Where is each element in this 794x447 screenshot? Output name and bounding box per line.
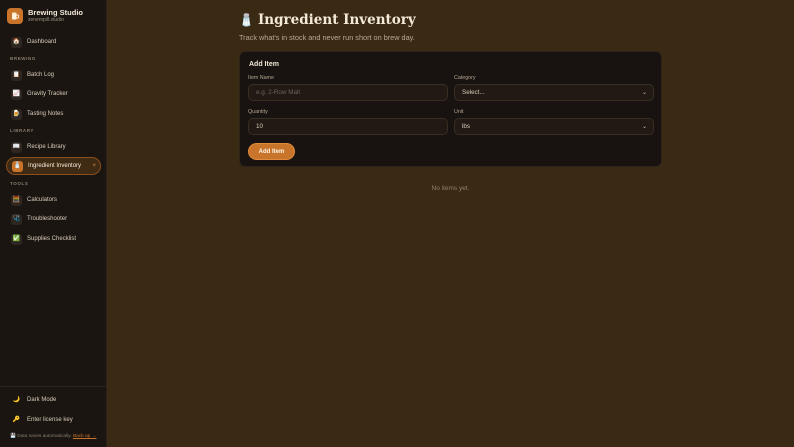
- brand-subtitle: zenempill.studio: [28, 17, 64, 23]
- autosave-note: 💾 Data saves automatically. Back up →: [10, 434, 96, 439]
- sidebar-item-dashboard[interactable]: 🏠 Dashboard: [6, 33, 101, 51]
- key-icon: 🔑: [12, 416, 21, 423]
- sidebar-item-label: Tasting Notes: [27, 111, 64, 117]
- chevron-down-icon: ⌄: [641, 124, 647, 130]
- sidebar-item-tasting-notes[interactable]: 🍺 Tasting Notes: [6, 105, 101, 123]
- sidebar: Brewing Studio zenempill.studio 🏠 Dashbo…: [0, 0, 107, 447]
- page-title-text: Ingredient Inventory: [257, 12, 416, 28]
- brand[interactable]: Brewing Studio zenempill.studio: [7, 8, 83, 24]
- unit-label: Unit: [454, 109, 464, 115]
- section-tools: TOOLS: [10, 181, 29, 186]
- unit-select[interactable]: lbs ⌄: [454, 118, 654, 135]
- quantity-label: Quantity: [248, 109, 268, 115]
- category-label: Category: [454, 75, 476, 81]
- sidebar-item-batch-log[interactable]: 📋 Batch Log: [6, 66, 101, 84]
- sidebar-item-label: Supplies Checklist: [27, 236, 77, 242]
- chart-icon: 📈: [11, 88, 22, 100]
- dark-mode-toggle[interactable]: 🌙 Dark Mode: [6, 391, 101, 409]
- brand-title: Brewing Studio: [28, 8, 83, 17]
- add-item-button[interactable]: Add Item: [248, 143, 295, 160]
- sidebar-item-label: Calculators: [27, 197, 58, 203]
- sidebar-item-calculators[interactable]: 🧮 Calculators: [6, 191, 101, 209]
- add-item-card: Add Item Item Name e.g. 2-Row Malt Categ…: [239, 51, 662, 167]
- section-library: LIBRARY: [10, 128, 35, 133]
- calculator-icon: 🧮: [11, 194, 22, 206]
- salt-shaker-icon: 🧂: [239, 13, 254, 27]
- book-icon: 📖: [11, 141, 22, 153]
- sidebar-item-label: Ingredient Inventory: [28, 163, 82, 169]
- sidebar-item-label: Batch Log: [27, 72, 55, 78]
- page-title: 🧂 Ingredient Inventory: [239, 12, 416, 28]
- sidebar-item-ingredient-inventory[interactable]: 🧂 Ingredient Inventory ×: [6, 157, 101, 175]
- beer-icon: 🍺: [11, 108, 22, 120]
- sidebar-item-supplies-checklist[interactable]: ✅ Supplies Checklist: [6, 230, 101, 248]
- sidebar-item-troubleshooter[interactable]: 🩺 Troubleshooter: [6, 210, 101, 228]
- card-title: Add Item: [249, 61, 279, 68]
- quantity-input[interactable]: 10: [248, 118, 448, 135]
- license-key-button[interactable]: 🔑 Enter license key: [6, 411, 101, 429]
- salt-shaker-icon: 🧂: [12, 160, 23, 172]
- dark-mode-label: Dark Mode: [27, 397, 57, 403]
- sidebar-item-recipe-library[interactable]: 📖 Recipe Library: [6, 138, 101, 156]
- item-name-label: Item Name: [248, 75, 274, 81]
- sidebar-divider: [0, 386, 107, 387]
- sidebar-item-label: Recipe Library: [27, 144, 66, 150]
- autosave-text: 💾 Data saves automatically.: [10, 434, 72, 439]
- stethoscope-icon: 🩺: [11, 213, 22, 225]
- sidebar-item-label: Dashboard: [27, 39, 57, 45]
- check-icon: ✅: [11, 233, 22, 245]
- sidebar-item-gravity-tracker[interactable]: 📈 Gravity Tracker: [6, 85, 101, 103]
- close-icon[interactable]: ×: [92, 163, 96, 169]
- unit-value: lbs: [462, 123, 471, 130]
- page-subtitle: Track what's in stock and never run shor…: [239, 33, 415, 42]
- section-brewing: BREWING: [10, 56, 36, 61]
- house-icon: 🏠: [11, 36, 22, 48]
- item-name-input[interactable]: e.g. 2-Row Malt: [248, 84, 448, 101]
- moon-icon: 🌙: [12, 396, 21, 403]
- chevron-down-icon: ⌄: [641, 90, 647, 96]
- empty-state-text: No items yet.: [431, 185, 470, 192]
- sidebar-item-label: Gravity Tracker: [27, 91, 68, 97]
- sidebar-item-label: Troubleshooter: [27, 216, 68, 222]
- category-select[interactable]: Select... ⌄: [454, 84, 654, 101]
- beer-mug-icon: [7, 8, 23, 24]
- backup-link[interactable]: Back up →: [73, 434, 96, 439]
- category-value: Select...: [462, 89, 485, 96]
- clipboard-icon: 📋: [11, 69, 22, 81]
- license-key-label: Enter license key: [27, 417, 73, 423]
